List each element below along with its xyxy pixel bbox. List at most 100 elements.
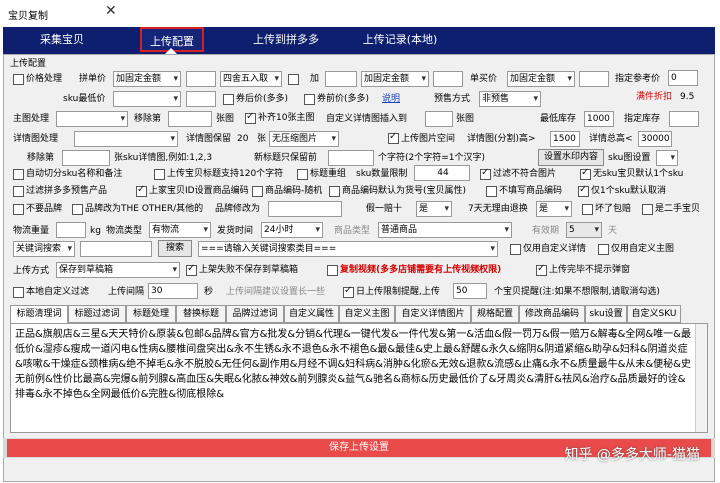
weight-input[interactable] xyxy=(56,222,86,238)
custom-insert-input[interactable] xyxy=(425,111,453,127)
add-amount-input[interactable] xyxy=(433,71,463,87)
copy-video-label: 复制视频(多多店铺需要有上传视频权限) xyxy=(340,265,502,275)
add-input[interactable] xyxy=(325,71,357,87)
no-popup-checkbox[interactable] xyxy=(536,263,547,276)
keyword-input[interactable] xyxy=(80,241,152,257)
interval-input[interactable]: 30 xyxy=(148,283,198,299)
main-img-select[interactable] xyxy=(56,111,128,127)
explain-link[interactable]: 说明 xyxy=(382,93,400,105)
seven-label: 7天无理由退换 xyxy=(468,204,528,214)
title-120-checkbox[interactable] xyxy=(154,169,165,180)
total-input[interactable]: 30000 xyxy=(638,131,672,147)
title-regroup-checkbox[interactable] xyxy=(297,169,308,180)
before-coupon-checkbox[interactable] xyxy=(304,94,315,105)
mode-select[interactable]: 保存到草稿箱 xyxy=(56,262,180,278)
sku-set-label: sku图设置 xyxy=(608,153,651,163)
valid-select[interactable]: 5 xyxy=(566,222,602,238)
watermark-button[interactable]: 设置水印内容 xyxy=(538,149,604,166)
daily-limit-checkbox[interactable] xyxy=(343,285,354,298)
code-random-checkbox[interactable] xyxy=(252,186,263,197)
sku-min-select[interactable] xyxy=(113,91,181,107)
fill-10-checkbox[interactable] xyxy=(245,111,256,124)
tab-sku-settings[interactable]: sku设置 xyxy=(585,305,627,323)
ship-select[interactable]: 24小时 xyxy=(261,222,323,238)
set-stock-input[interactable] xyxy=(669,111,699,127)
no-sku-checkbox[interactable] xyxy=(580,167,591,180)
sku-min-input[interactable] xyxy=(186,91,216,107)
watermark-text: 知乎 @多多大师-猫猫 xyxy=(564,447,700,463)
tab-modify-code[interactable]: 修改商品编码 xyxy=(519,305,585,323)
category-select[interactable]: ===请输入关键词搜索类目=== xyxy=(198,241,498,257)
fail-no-draft-checkbox[interactable] xyxy=(186,263,197,276)
keep-value[interactable]: 20 xyxy=(237,133,248,145)
brand-other-checkbox[interactable] xyxy=(72,204,83,215)
one-sku-checkbox[interactable] xyxy=(578,184,589,197)
ref-price-label: 指定参考价 xyxy=(615,74,661,84)
close-icon[interactable]: ✕ xyxy=(105,3,117,19)
no-code-checkbox[interactable] xyxy=(486,186,497,197)
fake-label: 假一赔十 xyxy=(366,204,403,214)
clean-words-textarea[interactable]: 正品&旗舰店&三星&天天特价&原装&包邮&品牌&官方&批发&分销&代理&一键代发… xyxy=(10,323,708,433)
daily-limit-input[interactable]: 50 xyxy=(453,283,487,299)
tab-title-process[interactable]: 标题处理 xyxy=(126,305,176,323)
tab-title-clean[interactable]: 标题清理词 xyxy=(10,305,68,323)
tab-custom-main[interactable]: 自定义主图 xyxy=(339,305,395,323)
auto-split-checkbox[interactable] xyxy=(13,169,24,180)
only-main-label: 仅用自定义主图 xyxy=(611,244,675,254)
type-select[interactable]: 有物流 xyxy=(149,222,211,238)
search-button[interactable]: 搜索 xyxy=(158,240,192,257)
tab-brand-filter[interactable]: 品牌过滤词 xyxy=(226,305,284,323)
bad-checkbox[interactable] xyxy=(582,204,593,215)
round-select[interactable]: 四舍五入取 xyxy=(220,71,282,87)
tab-upload-records[interactable]: 上传记录(本地) xyxy=(355,27,445,52)
tab-replace-title[interactable]: 替换标题 xyxy=(176,305,226,323)
brand-mod-input[interactable] xyxy=(268,201,342,217)
only-detail-checkbox[interactable] xyxy=(510,244,521,255)
new-title-input[interactable] xyxy=(328,150,374,166)
tab-custom-attr[interactable]: 自定义属性 xyxy=(284,305,339,323)
tab-collect[interactable]: 采集宝贝 xyxy=(23,27,101,52)
total-label: 详情总高< xyxy=(589,134,633,144)
cat-select[interactable]: 普通商品 xyxy=(378,222,512,238)
tab-title-filter[interactable]: 标题过滤词 xyxy=(68,305,126,323)
presale-select[interactable]: 非预售 xyxy=(479,91,541,107)
tab-custom-detail[interactable]: 自定义详情图片 xyxy=(395,305,471,323)
group-price-input[interactable] xyxy=(186,71,216,87)
fake-select[interactable]: 是 xyxy=(416,201,452,217)
keep-select[interactable]: 无压缩图片 xyxy=(269,131,339,147)
remove-input[interactable] xyxy=(168,111,212,127)
sku-limit-input[interactable]: 44 xyxy=(414,165,470,181)
keyword-select[interactable]: 关键词搜索 xyxy=(13,241,75,257)
local-filter-checkbox[interactable] xyxy=(13,287,24,298)
one-sku-label: 仅1个sku默认取消 xyxy=(591,186,667,196)
id-code-checkbox[interactable] xyxy=(136,184,147,197)
filter-presale-checkbox[interactable] xyxy=(13,186,24,197)
sku-min-label: sku最低价 xyxy=(63,94,106,104)
tab-upload-pdd[interactable]: 上传到拼多多 xyxy=(241,27,331,52)
textarea-scrollbar[interactable] xyxy=(695,324,707,432)
group-price-select[interactable]: 加固定金额 xyxy=(113,71,181,87)
min-stock-input[interactable]: 1000 xyxy=(584,111,614,127)
code-default-checkbox[interactable] xyxy=(329,186,340,197)
copy-video-checkbox[interactable] xyxy=(327,265,338,276)
second-checkbox[interactable] xyxy=(642,204,653,215)
seven-select[interactable]: 是 xyxy=(536,201,572,217)
detail-img-select[interactable] xyxy=(74,131,178,147)
remove-no-input[interactable] xyxy=(62,150,110,166)
discount-value[interactable]: 9.5 xyxy=(680,91,694,103)
sku-set-select[interactable] xyxy=(656,150,678,166)
single-price-input[interactable] xyxy=(579,71,609,87)
after-coupon-checkbox[interactable] xyxy=(223,94,234,105)
split-input[interactable]: 1500 xyxy=(550,131,580,147)
round-checkbox[interactable] xyxy=(288,74,299,85)
ref-price-input[interactable]: 0 xyxy=(668,70,698,86)
no-brand-checkbox[interactable] xyxy=(13,204,24,215)
filter-img-checkbox[interactable] xyxy=(480,167,491,180)
price-checkbox[interactable] xyxy=(13,74,24,85)
single-price-select[interactable]: 加固定金额 xyxy=(507,71,575,87)
detail-space-checkbox[interactable] xyxy=(388,131,399,144)
tab-custom-sku[interactable]: 自定义SKU xyxy=(627,305,681,323)
tab-spec-config[interactable]: 规格配置 xyxy=(471,305,519,323)
add-amount-select[interactable]: 加固定金额 xyxy=(361,71,429,87)
only-main-checkbox[interactable] xyxy=(598,244,609,255)
